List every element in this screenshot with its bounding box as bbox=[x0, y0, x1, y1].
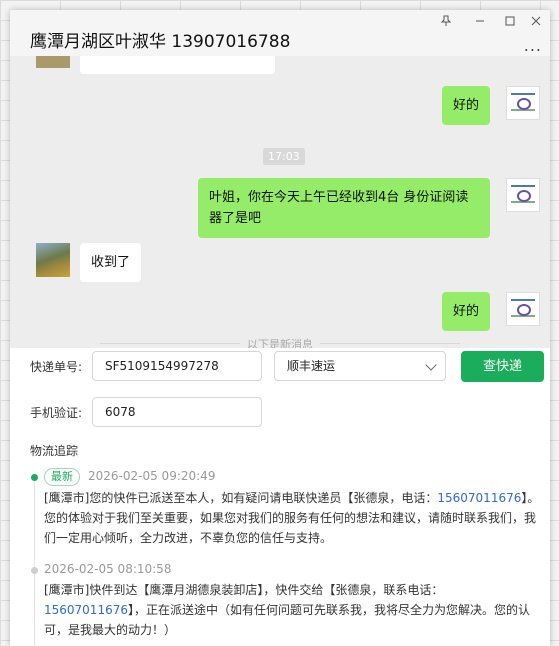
tracking-number-label: 快递单号: bbox=[30, 360, 83, 374]
timeline-dot-active bbox=[31, 474, 38, 481]
message-bubble-partial bbox=[80, 56, 275, 74]
message-bubble-self[interactable]: 叶姐，你在今天上午已经收到4台 身份证阅读器了是吧 bbox=[198, 178, 490, 238]
courier-phone-link[interactable]: 15607011676 bbox=[44, 603, 128, 617]
minimize-icon[interactable] bbox=[470, 14, 490, 32]
message-bubble-self[interactable]: 好的 bbox=[441, 292, 490, 331]
message-timestamp: 17:03 bbox=[263, 148, 305, 165]
avatar-contact[interactable] bbox=[36, 243, 70, 277]
courier-select-value: 顺丰速运 bbox=[287, 359, 336, 373]
more-options-icon[interactable]: ... bbox=[524, 36, 542, 55]
tracking-section-title: 物流追踪 bbox=[30, 444, 79, 458]
phone-verify-input[interactable]: 6078 bbox=[92, 397, 262, 427]
message-bubble-other[interactable]: 收到了 bbox=[80, 243, 142, 282]
phone-verify-label: 手机验证: bbox=[30, 406, 83, 420]
message-bubble-self[interactable]: 好的 bbox=[441, 86, 490, 125]
maximize-icon[interactable] bbox=[500, 14, 520, 32]
chat-history[interactable]: 好的 17:03 叶姐，你在今天上午已经收到4台 身份证阅读器了是吧 收到了 好… bbox=[10, 56, 550, 348]
title-bar: 鹰潭月湖区叶淑华 13907016788 ... bbox=[10, 10, 550, 56]
avatar-self[interactable] bbox=[506, 86, 540, 120]
timeline-dot bbox=[31, 567, 38, 574]
event-description: [鹰潭市]快件到达【鹰潭月湖德泉装卸店】，快件交给【张德泉，联系电话：15607… bbox=[44, 583, 530, 637]
latest-badge: 最新 bbox=[44, 468, 80, 486]
express-query-panel: 快递单号: SF5109154997278 顺丰速运 查快递 手机验证: 607… bbox=[10, 348, 550, 646]
courier-select[interactable]: 顺丰速运 bbox=[274, 351, 446, 381]
chat-title: 鹰潭月湖区叶淑华 13907016788 bbox=[30, 32, 291, 52]
event-description: [鹰潭市]您的快件已派送至本人，如有疑问请电联快递员【张德泉，电话：156070… bbox=[44, 491, 540, 545]
timeline-line bbox=[34, 478, 35, 646]
avatar bbox=[36, 56, 70, 68]
avatar-self[interactable] bbox=[506, 292, 540, 326]
courier-phone-link[interactable]: 15607011676 bbox=[437, 491, 521, 505]
chat-window: 鹰潭月湖区叶淑华 13907016788 ... 好的 17:03 叶姐，你在今… bbox=[10, 10, 550, 646]
close-icon[interactable] bbox=[526, 14, 546, 32]
avatar-self[interactable] bbox=[506, 178, 540, 212]
new-messages-divider: 以下是新消息 bbox=[10, 336, 550, 348]
tracking-number-input[interactable]: SF5109154997278 bbox=[92, 351, 262, 381]
query-express-button[interactable]: 查快递 bbox=[461, 351, 544, 382]
event-time: 2026-02-05 08:10:58 bbox=[44, 562, 172, 576]
pin-icon[interactable] bbox=[436, 14, 456, 32]
event-time: 2026-02-05 09:20:49 bbox=[88, 469, 216, 483]
chevron-down-icon bbox=[425, 359, 437, 371]
